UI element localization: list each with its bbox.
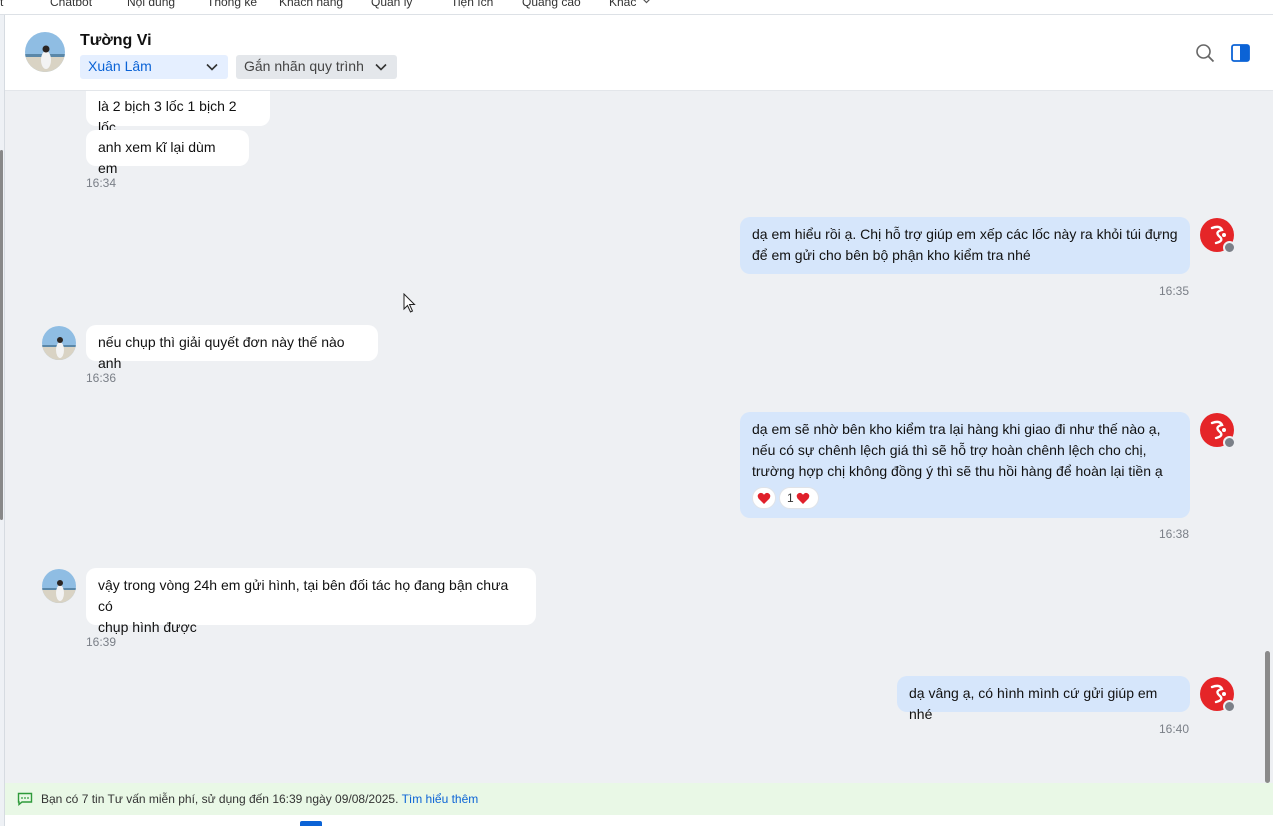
- composer-area: [5, 815, 1273, 826]
- chevron-down-icon: [206, 63, 218, 71]
- status-badge: [1223, 241, 1236, 254]
- nav-item-stats[interactable]: Thống kê: [207, 0, 257, 9]
- message-text: trường hợp chị không đồng ý thì sẽ thu h…: [752, 463, 1163, 479]
- react-button[interactable]: [752, 487, 776, 509]
- message-time: 16:35: [1159, 284, 1190, 298]
- avatar-photo-icon: [42, 569, 76, 603]
- reaction-count: 1: [787, 491, 794, 505]
- message-text: nếu chụp thì giải quyết đơn này thế nào …: [98, 334, 345, 371]
- nav-item[interactable]: t: [0, 0, 3, 9]
- mouse-cursor-icon: [403, 293, 416, 313]
- notice-text: Bạn có 7 tin Tư vấn miễn phí, sử dụng đế…: [41, 792, 399, 806]
- assignee-label: Xuân Lâm: [88, 58, 152, 74]
- contact-name: Tường Vi: [80, 32, 152, 49]
- message-time: 16:40: [1159, 722, 1190, 736]
- heart-icon: [757, 492, 771, 504]
- message-bubble-outgoing[interactable]: dạ em hiểu rồi ạ. Chị hỗ trợ giúp em xếp…: [740, 217, 1190, 274]
- message-text: nếu có sự chênh lệch giá thì sẽ hỗ trợ h…: [752, 442, 1147, 458]
- message-bubble-incoming[interactable]: anh xem kĩ lại dùm em: [86, 130, 249, 176]
- message-bubble-incoming[interactable]: vậy trong vòng 24h em gửi hình, tại bên …: [86, 568, 536, 635]
- nav-item-chatbot[interactable]: Chatbot: [50, 0, 92, 9]
- message-bubble-outgoing[interactable]: dạ vâng ạ, có hình mình cứ gửi giúp em n…: [897, 676, 1190, 722]
- status-badge: [1223, 700, 1236, 713]
- avatar-photo-icon: [25, 32, 65, 72]
- contact-avatar[interactable]: [25, 32, 65, 72]
- message-text: chụp hình được: [98, 619, 197, 635]
- chat-scrollbar[interactable]: [1262, 91, 1273, 783]
- avatar-photo-icon: [42, 326, 76, 360]
- message-time: 16:36: [86, 371, 117, 385]
- message-bubble-incoming[interactable]: là 2 bịch 3 lốc 1 bịch 2 lốc: [86, 91, 270, 135]
- nav-item-more[interactable]: Khác: [609, 0, 636, 9]
- chat-scrollbar-thumb[interactable]: [1265, 651, 1270, 783]
- message-time: 16:39: [86, 635, 117, 649]
- conversation-header: Tường Vi Xuân Lâm Gắn nhãn quy trình: [5, 15, 1273, 91]
- top-navigation: t Chatbot Nội dung Thống kê Khách hàng Q…: [0, 0, 1273, 15]
- contact-avatar-small[interactable]: [42, 326, 76, 360]
- learn-more-link[interactable]: Tìm hiểu thêm: [402, 792, 479, 806]
- left-scrollbar-thumb[interactable]: [0, 150, 3, 520]
- assignee-dropdown[interactable]: Xuân Lâm: [80, 55, 228, 79]
- message-text: để em gửi cho bên bộ phận kho kiểm tra n…: [752, 247, 1031, 263]
- chat-bubble-icon: [17, 792, 33, 806]
- free-message-notice: Bạn có 7 tin Tư vấn miễn phí, sử dụng đế…: [5, 783, 1273, 815]
- message-text: vậy trong vòng 24h em gửi hình, tại bên …: [98, 577, 509, 614]
- page-avatar[interactable]: [1200, 677, 1236, 713]
- message-text: dạ vâng ạ, có hình mình cứ gửi giúp em n…: [909, 685, 1158, 722]
- page-avatar[interactable]: [1200, 218, 1236, 254]
- process-tag-dropdown[interactable]: Gắn nhãn quy trình: [236, 55, 397, 79]
- chevron-down-icon: [643, 0, 650, 4]
- nav-item-customers[interactable]: Khách hàng: [279, 0, 343, 9]
- heart-icon: [796, 492, 810, 504]
- reaction-summary[interactable]: 1: [779, 487, 819, 509]
- search-icon[interactable]: [1195, 43, 1215, 63]
- side-panel-icon[interactable]: [1231, 44, 1250, 62]
- message-time: 16:34: [86, 176, 117, 190]
- page-avatar[interactable]: [1200, 413, 1236, 449]
- nav-item-ads[interactable]: Quảng cáo: [522, 0, 581, 9]
- process-tag-label: Gắn nhãn quy trình: [244, 58, 364, 74]
- nav-item-content[interactable]: Nội dung: [127, 0, 175, 9]
- nav-item-manage[interactable]: Quản lý: [371, 0, 412, 9]
- contact-avatar-small[interactable]: [42, 569, 76, 603]
- message-list[interactable]: là 2 bịch 3 lốc 1 bịch 2 lốc anh xem kĩ …: [5, 91, 1262, 783]
- message-text: dạ em sẽ nhờ bên kho kiểm tra lại hàng k…: [752, 421, 1161, 437]
- status-badge: [1223, 436, 1236, 449]
- composer-toolbar-icon[interactable]: [300, 821, 322, 826]
- nav-item-utilities[interactable]: Tiện ích: [451, 0, 493, 9]
- message-time: 16:38: [1159, 527, 1190, 541]
- chevron-down-icon: [375, 63, 387, 71]
- message-bubble-incoming[interactable]: nếu chụp thì giải quyết đơn này thế nào …: [86, 325, 378, 371]
- message-text: anh xem kĩ lại dùm em: [98, 139, 216, 176]
- message-text: dạ em hiểu rồi ạ. Chị hỗ trợ giúp em xếp…: [752, 226, 1178, 242]
